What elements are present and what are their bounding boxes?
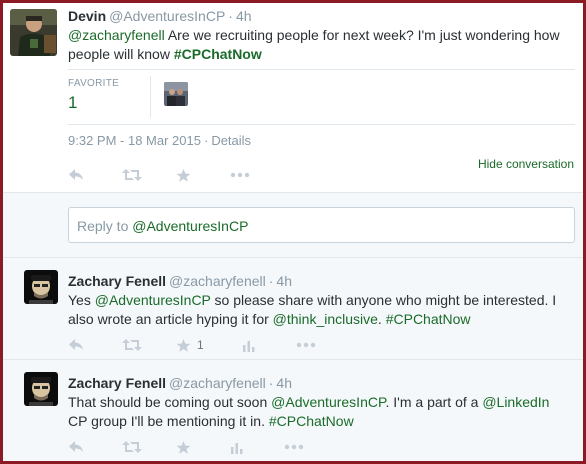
separator-dot: · xyxy=(268,375,274,391)
star-icon xyxy=(176,338,191,352)
more-icon xyxy=(296,342,316,348)
favorite-stat[interactable]: FAVORITE 1 xyxy=(68,78,119,113)
avatar[interactable] xyxy=(24,372,58,406)
retweet-button[interactable] xyxy=(122,336,176,354)
favorite-count: 1 xyxy=(68,93,78,112)
more-button[interactable] xyxy=(296,336,350,354)
details-link[interactable]: Details xyxy=(211,133,251,148)
tweet-actions xyxy=(68,438,338,456)
avatar-photo xyxy=(24,372,58,406)
retweet-button[interactable] xyxy=(122,166,176,184)
separator-dot: · xyxy=(203,133,209,148)
tweet-meta: 9:32 PM - 18 Mar 2015 · Details xyxy=(68,133,251,148)
separator-dot: · xyxy=(268,273,274,289)
tweet-body: CP group I'll be mentioning it in. xyxy=(68,413,269,429)
reply-icon xyxy=(69,169,83,180)
tweet-actions: 1 xyxy=(68,336,350,354)
mention-link[interactable]: @think_inclusive xyxy=(273,311,378,327)
mention-link[interactable]: @LinkedIn xyxy=(482,394,549,410)
author-name[interactable]: Devin xyxy=(68,8,106,24)
hashtag-link[interactable]: #CPChatNow xyxy=(386,311,471,327)
hashtag-link[interactable]: #CPChatNow xyxy=(269,413,354,429)
retweet-icon xyxy=(122,169,142,181)
tweet-header: Devin @AdventuresInCP · 4h xyxy=(68,8,252,24)
tweet-header: Zachary Fenell @zacharyfenell · 4h xyxy=(68,273,292,289)
reply-box-area: Reply to @AdventuresInCP xyxy=(3,192,583,257)
tweet-text: Yes @AdventuresInCP so please share with… xyxy=(68,291,568,329)
stats-divider xyxy=(150,76,151,118)
author-name[interactable]: Zachary Fenell xyxy=(68,375,166,391)
more-icon xyxy=(230,172,250,178)
more-icon xyxy=(284,444,304,450)
tweet-body: That should be coming out soon xyxy=(68,394,272,410)
star-icon xyxy=(176,440,191,454)
avatar-photo xyxy=(10,9,57,56)
analytics-icon xyxy=(243,340,255,352)
reply-icon xyxy=(69,441,83,452)
tweet-body: . I'm a part of a xyxy=(385,394,483,410)
tweet-stats: FAVORITE 1 xyxy=(68,69,575,125)
reply-button[interactable] xyxy=(68,166,122,184)
favoriter-photo xyxy=(164,82,188,106)
favorite-button[interactable] xyxy=(176,166,230,184)
tweet-body: . xyxy=(377,311,386,327)
tweet-actions xyxy=(68,166,284,184)
tweet-text: @zacharyfenell Are we recruiting people … xyxy=(68,26,578,64)
author-handle[interactable]: @zacharyfenell xyxy=(169,273,266,289)
favorite-button[interactable] xyxy=(176,438,230,456)
retweet-icon xyxy=(122,339,142,351)
reply-prefix: Reply to xyxy=(77,218,133,234)
tweet-timestamp[interactable]: 9:32 PM - 18 Mar 2015 xyxy=(68,133,201,148)
hashtag-link[interactable]: #CPChatNow xyxy=(174,46,262,62)
avatar-photo xyxy=(24,270,58,304)
reply-input[interactable]: Reply to @AdventuresInCP xyxy=(68,207,575,243)
more-button[interactable] xyxy=(230,166,284,184)
reply-button[interactable] xyxy=(68,336,122,354)
author-name[interactable]: Zachary Fenell xyxy=(68,273,166,289)
tweet-text: That should be coming out soon @Adventur… xyxy=(68,393,568,431)
tweet-time[interactable]: 4h xyxy=(276,273,292,289)
reply-tweet: Zachary Fenell @zacharyfenell · 4h Yes @Adv… xyxy=(3,257,583,359)
reply-icon xyxy=(69,339,83,350)
author-handle[interactable]: @zacharyfenell xyxy=(169,375,266,391)
reply-button[interactable] xyxy=(68,438,122,456)
favorite-button[interactable]: 1 xyxy=(176,336,242,354)
star-icon xyxy=(176,168,191,182)
avatar[interactable] xyxy=(10,9,57,56)
favorite-count: 1 xyxy=(197,338,204,352)
mention-link[interactable]: @AdventuresInCP xyxy=(95,292,211,308)
retweet-button[interactable] xyxy=(122,438,176,456)
main-tweet: Devin @AdventuresInCP · 4h @zacharyfenell A… xyxy=(3,3,583,192)
retweet-icon xyxy=(122,441,142,453)
separator-dot: · xyxy=(228,8,233,24)
mention-link[interactable]: @AdventuresInCP xyxy=(271,394,385,410)
analytics-icon xyxy=(231,442,243,454)
favoriter-avatar[interactable] xyxy=(164,82,188,106)
tweet-time[interactable]: 4h xyxy=(236,8,252,24)
avatar[interactable] xyxy=(24,270,58,304)
mention-link[interactable]: @zacharyfenell xyxy=(68,27,165,43)
analytics-button[interactable] xyxy=(230,438,284,456)
author-handle[interactable]: @AdventuresInCP xyxy=(109,8,225,24)
analytics-button[interactable] xyxy=(242,336,296,354)
tweet-time[interactable]: 4h xyxy=(276,375,292,391)
reply-tweet: Zachary Fenell @zacharyfenell · 4h That sho… xyxy=(3,359,583,461)
hide-conversation-link[interactable]: Hide conversation xyxy=(478,157,574,171)
favorite-label: FAVORITE xyxy=(68,78,120,89)
tweet-header: Zachary Fenell @zacharyfenell · 4h xyxy=(68,375,292,391)
tweet-body: Yes xyxy=(68,292,95,308)
tweet-conversation: Devin @AdventuresInCP · 4h @zacharyfenell A… xyxy=(3,3,583,461)
reply-mention: @AdventuresInCP xyxy=(132,218,249,234)
more-button[interactable] xyxy=(284,438,338,456)
